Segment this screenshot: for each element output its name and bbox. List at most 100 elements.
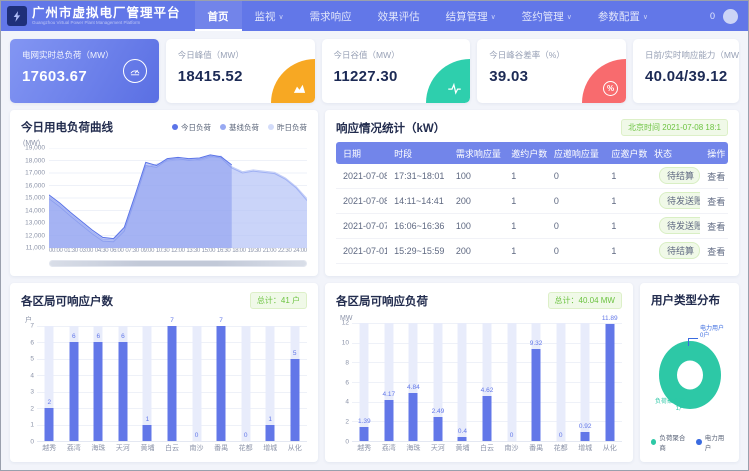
legend-item-0[interactable]: 负荷聚合商 bbox=[651, 432, 688, 452]
nav-item-4[interactable]: 结算管理∨ bbox=[433, 1, 509, 31]
cell-demand: 100 bbox=[449, 221, 504, 231]
axis-tick-label: 3 bbox=[30, 389, 34, 396]
axis-tick-label: 16,000 bbox=[25, 182, 45, 189]
nav-item-5[interactable]: 签约管理∨ bbox=[509, 1, 585, 31]
bar-value-label: 6 bbox=[97, 333, 101, 340]
axis-tick-label: 14,000 bbox=[25, 207, 45, 214]
bar-column: 4.84 bbox=[401, 323, 426, 441]
donut-chart: 电力用户 0户 负荷聚合商 1户 bbox=[651, 312, 728, 429]
y-axis: 19,00018,00017,00016,00015,00014,00013,0… bbox=[21, 148, 49, 248]
category-label: 从化 bbox=[597, 443, 622, 453]
axis-tick-label: 15:00 bbox=[202, 248, 216, 257]
bar[interactable] bbox=[483, 396, 492, 441]
bar[interactable] bbox=[433, 417, 442, 441]
bar-value-label: 11.89 bbox=[602, 315, 618, 322]
bar[interactable] bbox=[384, 400, 393, 441]
bar-value-label: 7 bbox=[219, 317, 223, 324]
y-axis-unit: 户 bbox=[25, 315, 307, 325]
bar-value-label: 7 bbox=[170, 317, 174, 324]
avatar[interactable] bbox=[723, 9, 738, 24]
brand-text: 广州市虚拟电厂管理平台 Guangzhou Virtual Power Plan… bbox=[32, 7, 181, 26]
bar-column: 6 bbox=[86, 326, 111, 441]
table-header-row: 日期时段需求响应量邀约户数应邀响应量应邀户数状态操作 bbox=[336, 142, 728, 164]
column-header: 操作 bbox=[700, 147, 728, 160]
view-link[interactable]: 查看 bbox=[700, 245, 728, 258]
kpi-label: 电网实时总负荷（MW） bbox=[22, 49, 147, 61]
table-body: 2021-07-0817:31~18:01100101待结算查看2021-07-… bbox=[336, 164, 728, 264]
nav-item-3[interactable]: 效果评估 bbox=[365, 1, 433, 31]
legend-label: 今日负荷 bbox=[181, 122, 211, 133]
legend-dot bbox=[696, 439, 701, 445]
axis-tick-label: 4 bbox=[345, 399, 349, 406]
category-label: 南沙 bbox=[184, 443, 209, 453]
bar-column: 6 bbox=[111, 326, 136, 441]
category-label: 南沙 bbox=[499, 443, 524, 453]
slice-label-power-users: 电力用户 0户 bbox=[700, 326, 724, 340]
top-navbar: 广州市虚拟电厂管理平台 Guangzhou Virtual Power Plan… bbox=[1, 1, 748, 31]
gauge-icon bbox=[123, 59, 147, 83]
bar[interactable] bbox=[69, 342, 78, 441]
bar-value-label: 6 bbox=[72, 333, 76, 340]
datazoom-slider[interactable] bbox=[49, 260, 307, 267]
bar[interactable] bbox=[143, 425, 152, 441]
cell-period: 14:11~14:41 bbox=[387, 196, 449, 206]
nav-item-6[interactable]: 参数配置∨ bbox=[585, 1, 661, 31]
bar-column: 9.32 bbox=[524, 323, 549, 441]
bar[interactable] bbox=[581, 432, 590, 441]
legend-item-0[interactable]: 今日负荷 bbox=[172, 122, 211, 133]
view-link[interactable]: 查看 bbox=[700, 195, 728, 208]
bar[interactable] bbox=[266, 425, 275, 441]
bar-value-label: 0.92 bbox=[579, 423, 592, 430]
notification-count[interactable]: 0 bbox=[710, 11, 715, 21]
load-curve-legend: 今日负荷基线负荷昨日负荷 bbox=[172, 122, 307, 133]
bar[interactable] bbox=[605, 324, 614, 441]
axis-tick-label: 6 bbox=[345, 379, 349, 386]
bar-value-label: 5 bbox=[293, 350, 297, 357]
cell-status: 待结算 bbox=[647, 242, 700, 261]
y-axis-unit: MW bbox=[340, 315, 622, 322]
bar-value-label: 0 bbox=[195, 432, 199, 439]
axis-tick-label: 2 bbox=[345, 419, 349, 426]
bar[interactable] bbox=[118, 342, 127, 441]
cell-date: 2021-07-08 bbox=[336, 196, 387, 206]
column-header: 时段 bbox=[387, 147, 449, 160]
bar[interactable] bbox=[360, 427, 369, 441]
axis-tick-label: 1 bbox=[30, 422, 34, 429]
nav-item-2[interactable]: 需求响应 bbox=[297, 1, 365, 31]
kpi-card-today-peak: 今日峰值（MW） 18415.52 bbox=[166, 39, 315, 103]
view-link[interactable]: 查看 bbox=[700, 220, 728, 233]
bar[interactable] bbox=[94, 342, 103, 441]
bar[interactable] bbox=[45, 408, 54, 441]
bar[interactable] bbox=[217, 326, 226, 441]
bar-value-label: 0 bbox=[244, 432, 248, 439]
legend-item-1[interactable]: 电力用户 bbox=[696, 432, 728, 452]
bar-column: 2 bbox=[37, 326, 62, 441]
axis-tick-label: 7 bbox=[30, 323, 34, 330]
beijing-time-badge: 北京时间 2021-07-08 18:1 bbox=[621, 119, 728, 136]
category-label: 白云 bbox=[475, 443, 500, 453]
axis-tick-label: 10 bbox=[342, 339, 349, 346]
column-header: 邀约户数 bbox=[504, 147, 547, 160]
axis-tick-label: 18,000 bbox=[25, 157, 45, 164]
slice-name: 电力用户 bbox=[700, 326, 724, 333]
status-badge: 待结算 bbox=[659, 242, 700, 259]
bar[interactable] bbox=[290, 359, 299, 441]
nav-item-0[interactable]: 首页 bbox=[195, 1, 242, 31]
bar[interactable] bbox=[168, 326, 177, 441]
legend-item-2[interactable]: 昨日负荷 bbox=[268, 122, 307, 133]
dashboard-content: 电网实时总负荷（MW） 17603.67 今日峰值（MW） 18415.52 今… bbox=[1, 31, 748, 470]
legend-item-1[interactable]: 基线负荷 bbox=[220, 122, 259, 133]
y-axis-unit: (MW) bbox=[23, 140, 307, 147]
bar[interactable] bbox=[532, 349, 541, 441]
category-label: 增城 bbox=[573, 443, 598, 453]
nav-menu: 首页监视∨需求响应效果评估结算管理∨签约管理∨参数配置∨ bbox=[195, 1, 710, 31]
datazoom-handle[interactable] bbox=[50, 261, 306, 266]
bar-track bbox=[556, 323, 565, 441]
view-link[interactable]: 查看 bbox=[700, 170, 728, 183]
nav-item-1[interactable]: 监视∨ bbox=[242, 1, 297, 31]
panel-title: 今日用电负荷曲线 bbox=[21, 119, 113, 135]
bar-column: 1 bbox=[135, 326, 160, 441]
bar[interactable] bbox=[409, 393, 418, 441]
bar[interactable] bbox=[458, 437, 467, 441]
cell-accepted_users: 1 bbox=[604, 221, 647, 231]
